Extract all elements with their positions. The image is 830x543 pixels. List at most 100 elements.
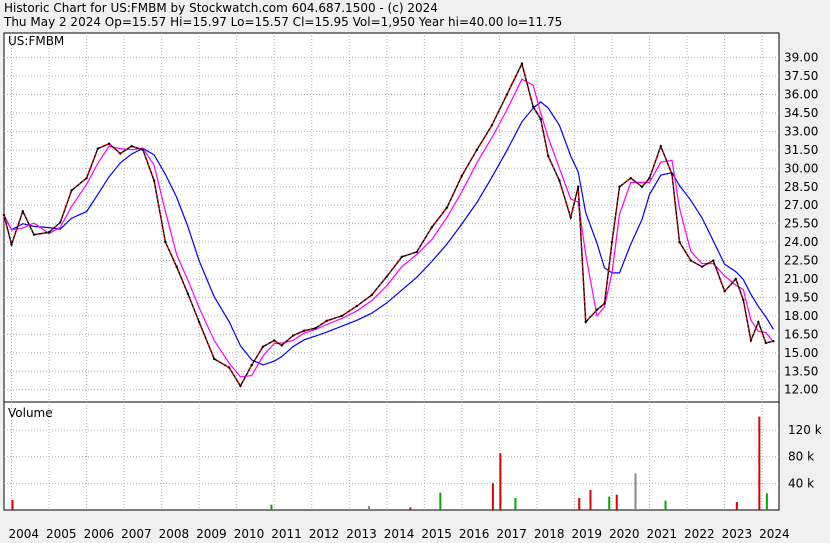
year-tick-label: 2018 [534,527,565,541]
price-tick-label: 21.00 [784,272,818,286]
price-tick-label: 18.00 [784,309,818,323]
price-plot-area [3,32,780,403]
price-point [212,357,216,361]
price-point [227,366,231,369]
volume-bar [514,498,517,510]
price-point [385,275,389,278]
price-point [164,240,167,244]
price-point [32,233,36,236]
price-point [712,259,715,262]
price-point [250,363,253,367]
price-tick-label: 16.50 [784,327,818,341]
price-point [96,147,100,150]
volume-plot-area [3,401,780,511]
price-point [239,384,242,388]
price-point [186,292,190,295]
price-tick-label: 15.00 [784,346,818,360]
price-point [475,148,479,152]
price-point [85,176,88,180]
price-point [273,339,276,342]
volume-tick-label: 40 k [788,476,814,490]
year-tick-label: 2019 [571,527,602,541]
price-point [325,319,328,323]
price-point [460,174,464,177]
price-point [314,327,317,330]
volume-bar [664,500,667,510]
price-point [629,176,632,180]
year-tick-label: 2020 [609,527,640,541]
volume-bar [615,494,618,510]
price-point [445,206,449,209]
volume-bar [735,502,738,510]
price-tick-label: 39.00 [784,51,818,65]
price-point [400,255,404,259]
price-point [141,148,145,152]
year-tick-label: 2021 [647,527,678,541]
price-point [340,314,343,318]
volume-bar [608,496,611,510]
price-point [175,265,178,268]
price-point [648,176,651,180]
year-tick-label: 2004 [9,527,40,541]
volume-bar [409,507,412,510]
price-point [490,124,494,127]
price-point [577,185,580,188]
price-point [10,243,13,246]
price-point [678,240,681,244]
volume-tick-label: 120 k [788,423,822,437]
price-point [584,320,587,324]
year-tick-label: 2017 [496,527,527,541]
price-point [370,293,373,297]
volume-bar [11,500,14,510]
price-tick-label: 30.00 [784,161,818,175]
price-tick-label: 13.50 [784,364,818,378]
year-tick-label: 2023 [722,527,753,541]
volume-tick-label: 80 k [788,450,814,464]
year-tick-label: 2011 [271,527,302,541]
year-tick-label: 2014 [384,527,415,541]
year-tick-label: 2016 [459,527,490,541]
price-point [415,250,419,254]
year-tick-label: 2008 [159,527,190,541]
price-point [618,185,621,188]
volume-bar [439,492,442,510]
volume-bar [765,493,768,510]
price-tick-label: 12.00 [784,383,818,397]
price-point [700,265,704,268]
price-point [539,117,542,121]
volume-panel-label: Volume [8,406,53,420]
volume-bar [634,473,637,510]
price-point [2,213,6,217]
price-point [280,344,283,347]
year-tick-label: 2013 [346,527,377,541]
price-point [689,259,693,262]
price-point [47,231,51,234]
volume-bar [758,416,761,510]
chart-canvas: 12.00 13.50 15.00 16.50 18.00 19.50 21.00 22.50… [2,32,822,541]
price-point [303,329,306,332]
price-point [59,221,62,224]
price-point [152,179,156,182]
price-tick-label: 31.50 [784,143,818,157]
price-point [734,277,738,281]
year-tick-label: 2007 [121,527,152,541]
price-point [505,93,509,96]
year-tick-label: 2006 [84,527,115,541]
price-point [757,320,760,324]
price-tick-label: 28.50 [784,180,818,194]
price-point [558,179,561,182]
price-point [772,339,775,343]
price-point [742,298,745,302]
year-tick-label: 2015 [421,527,452,541]
year-tick-label: 2022 [684,527,715,541]
volume-bar [270,504,273,510]
price-point [723,290,726,293]
price-point [603,302,606,305]
volume-bar [368,506,371,510]
price-point [430,226,434,229]
price-point [291,334,295,337]
price-tick-label: 37.50 [784,69,818,83]
price-panel-label: US:FMBM [8,34,64,48]
year-tick-label: 2024 [759,527,790,541]
year-tick-label: 2010 [234,527,265,541]
